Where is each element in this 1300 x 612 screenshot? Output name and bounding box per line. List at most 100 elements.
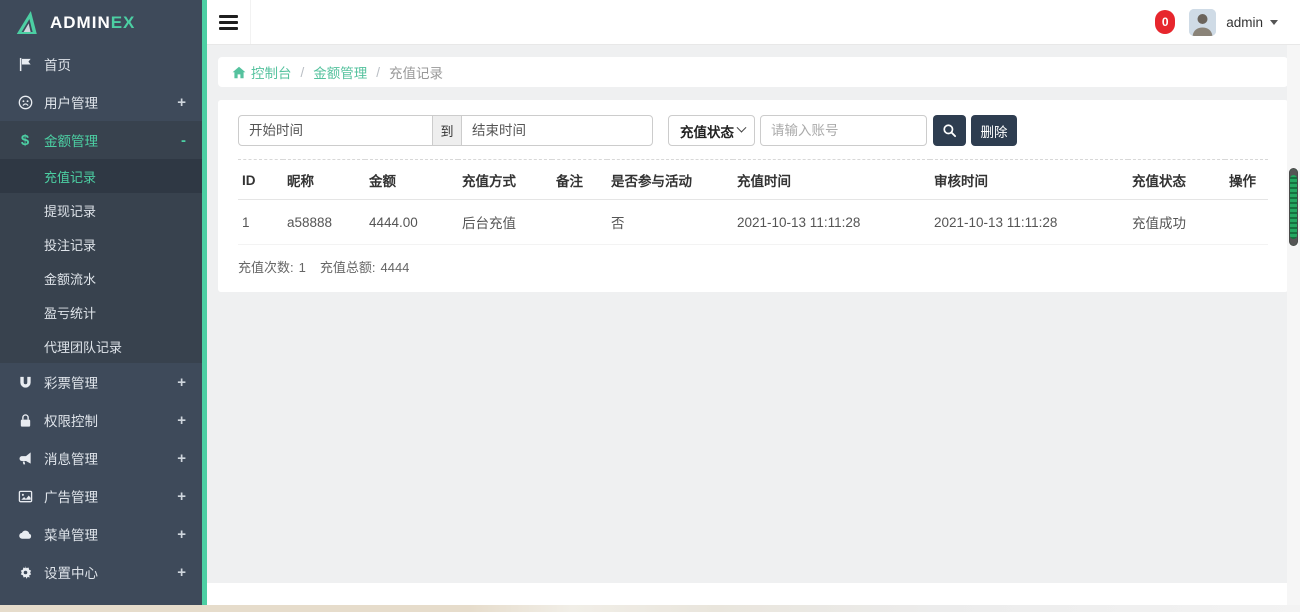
home-icon <box>232 66 246 79</box>
sidebar-item-label: 广告管理 <box>44 486 98 506</box>
sidebar-item-label: 彩票管理 <box>44 372 98 392</box>
expand-plus-icon: + <box>177 374 186 391</box>
end-time-input[interactable] <box>461 115 653 146</box>
topbar-right: 0 admin <box>1155 9 1300 36</box>
sidebar-item-label: 用户管理 <box>44 92 98 112</box>
dollar-icon: $ <box>16 132 34 148</box>
column-header-actions: 操作 <box>1225 160 1268 200</box>
breadcrumb-separator: / <box>376 65 380 80</box>
recharge-count-label: 充值次数: <box>238 260 294 275</box>
sidebar-item-permissions[interactable]: 权限控制 + <box>0 401 202 439</box>
cell-remark <box>552 200 607 245</box>
cell-recharge-time: 2021-10-13 11:11:28 <box>733 200 930 245</box>
recharge-status-select[interactable]: 充值状态 <box>668 115 755 146</box>
brand-name: ADMINEX <box>50 13 135 33</box>
breadcrumb-home-link[interactable]: 控制台 <box>232 62 292 82</box>
lock-icon <box>16 412 34 428</box>
topbar: 0 admin <box>207 0 1300 45</box>
bullhorn-icon <box>16 450 34 466</box>
breadcrumb-item-label: 控制台 <box>251 62 292 82</box>
submenu-item-profit-stats[interactable]: 盈亏统计 <box>0 295 202 329</box>
delete-button[interactable]: 删除 <box>971 115 1017 146</box>
submenu-item-withdraw-records[interactable]: 提现记录 <box>0 193 202 227</box>
sidebar-item-label: 金额管理 <box>44 130 98 150</box>
table-row: 1 a58888 4444.00 后台充值 否 2021-10-13 11:11… <box>238 200 1268 245</box>
brand-logo-icon <box>16 10 42 36</box>
cell-audit-time: 2021-10-13 11:11:28 <box>930 200 1128 245</box>
sidebar: ADMINEX 首页 用户管理 + $ 金额管理 - 充值记录 提现记录 投注记… <box>0 0 202 605</box>
submenu-item-bet-records[interactable]: 投注记录 <box>0 227 202 261</box>
sidebar-item-menus[interactable]: 菜单管理 + <box>0 515 202 553</box>
recharge-count-value: 1 <box>299 260 306 275</box>
submenu-label: 金额流水 <box>44 269 96 288</box>
table-header-row: ID 昵称 金额 充值方式 备注 是否参与活动 充值时间 审核时间 充值状态 操… <box>238 160 1268 200</box>
filter-bar: 到 充值状态 删除 <box>238 115 1268 146</box>
magnet-icon <box>16 374 34 390</box>
cell-method: 后台充值 <box>458 200 552 245</box>
cell-nickname: a58888 <box>283 200 365 245</box>
content: 控制台 / 金额管理 / 充值记录 到 充值状态 <box>207 45 1300 292</box>
submenu-label: 代理团队记录 <box>44 337 122 356</box>
cell-id: 1 <box>238 200 283 245</box>
search-button[interactable] <box>933 115 966 146</box>
breadcrumb-separator: / <box>301 65 305 80</box>
date-range-group: 到 <box>238 115 653 146</box>
page-footer <box>207 583 1300 605</box>
expand-minus-icon: - <box>181 132 186 149</box>
user-icon <box>16 94 34 110</box>
expand-plus-icon: + <box>177 412 186 429</box>
notification-badge[interactable]: 0 <box>1155 10 1175 34</box>
vertical-scrollbar-thumb[interactable] <box>1289 168 1298 246</box>
submenu-item-agent-team-records[interactable]: 代理团队记录 <box>0 329 202 363</box>
cloud-icon <box>16 526 34 542</box>
sidebar-item-lottery[interactable]: 彩票管理 + <box>0 363 202 401</box>
submenu-item-amount-flow[interactable]: 金额流水 <box>0 261 202 295</box>
recharge-records-table: ID 昵称 金额 充值方式 备注 是否参与活动 充值时间 审核时间 充值状态 操… <box>238 159 1268 245</box>
summary-line: 充值次数:1充值总额:4444 <box>238 245 1268 292</box>
sidebar-item-label: 设置中心 <box>44 562 98 582</box>
sidebar-item-label: 消息管理 <box>44 448 98 468</box>
vertical-scrollbar-track[interactable] <box>1287 45 1300 605</box>
breadcrumb-finance-link[interactable]: 金额管理 <box>313 62 367 82</box>
submenu-label: 投注记录 <box>44 235 96 254</box>
sidebar-item-messages[interactable]: 消息管理 + <box>0 439 202 477</box>
column-header-amount: 金额 <box>365 160 458 200</box>
column-header-activity: 是否参与活动 <box>607 160 733 200</box>
expand-plus-icon: + <box>177 94 186 111</box>
breadcrumb-item-label: 金额管理 <box>313 62 367 82</box>
sidebar-item-label: 菜单管理 <box>44 524 98 544</box>
submenu-item-recharge-records[interactable]: 充值记录 <box>0 159 202 193</box>
chevron-down-icon <box>737 123 747 133</box>
column-header-id: ID <box>238 160 283 200</box>
user-dropdown[interactable]: admin <box>1226 15 1278 30</box>
recharge-total-label: 充值总额: <box>320 260 376 275</box>
expand-plus-icon: + <box>177 526 186 543</box>
sidebar-toggle-button[interactable] <box>207 0 251 44</box>
account-input[interactable] <box>760 115 927 146</box>
breadcrumb-current: 充值记录 <box>389 62 443 82</box>
expand-plus-icon: + <box>177 488 186 505</box>
sidebar-item-finance[interactable]: $ 金额管理 - <box>0 121 202 159</box>
column-header-remark: 备注 <box>552 160 607 200</box>
sidebar-item-label: 权限控制 <box>44 410 98 430</box>
expand-plus-icon: + <box>177 450 186 467</box>
sidebar-item-home[interactable]: 首页 <box>0 45 202 83</box>
brand-logo[interactable]: ADMINEX <box>0 0 202 45</box>
submenu-label: 盈亏统计 <box>44 303 96 322</box>
horizontal-scrollbar[interactable] <box>0 605 1300 612</box>
column-header-method: 充值方式 <box>458 160 552 200</box>
sidebar-item-ads[interactable]: 广告管理 + <box>0 477 202 515</box>
sidebar-item-users[interactable]: 用户管理 + <box>0 83 202 121</box>
avatar[interactable] <box>1189 9 1216 36</box>
search-icon <box>942 123 957 138</box>
username-label: admin <box>1226 15 1263 30</box>
cell-actions <box>1225 200 1268 245</box>
sidebar-item-settings[interactable]: 设置中心 + <box>0 553 202 591</box>
gear-icon <box>16 564 34 580</box>
start-time-input[interactable] <box>238 115 433 146</box>
cell-activity: 否 <box>607 200 733 245</box>
sidebar-item-label: 首页 <box>44 54 71 74</box>
sidebar-accent-divider <box>202 0 207 605</box>
column-header-status: 充值状态 <box>1128 160 1225 200</box>
flag-icon <box>16 56 34 72</box>
